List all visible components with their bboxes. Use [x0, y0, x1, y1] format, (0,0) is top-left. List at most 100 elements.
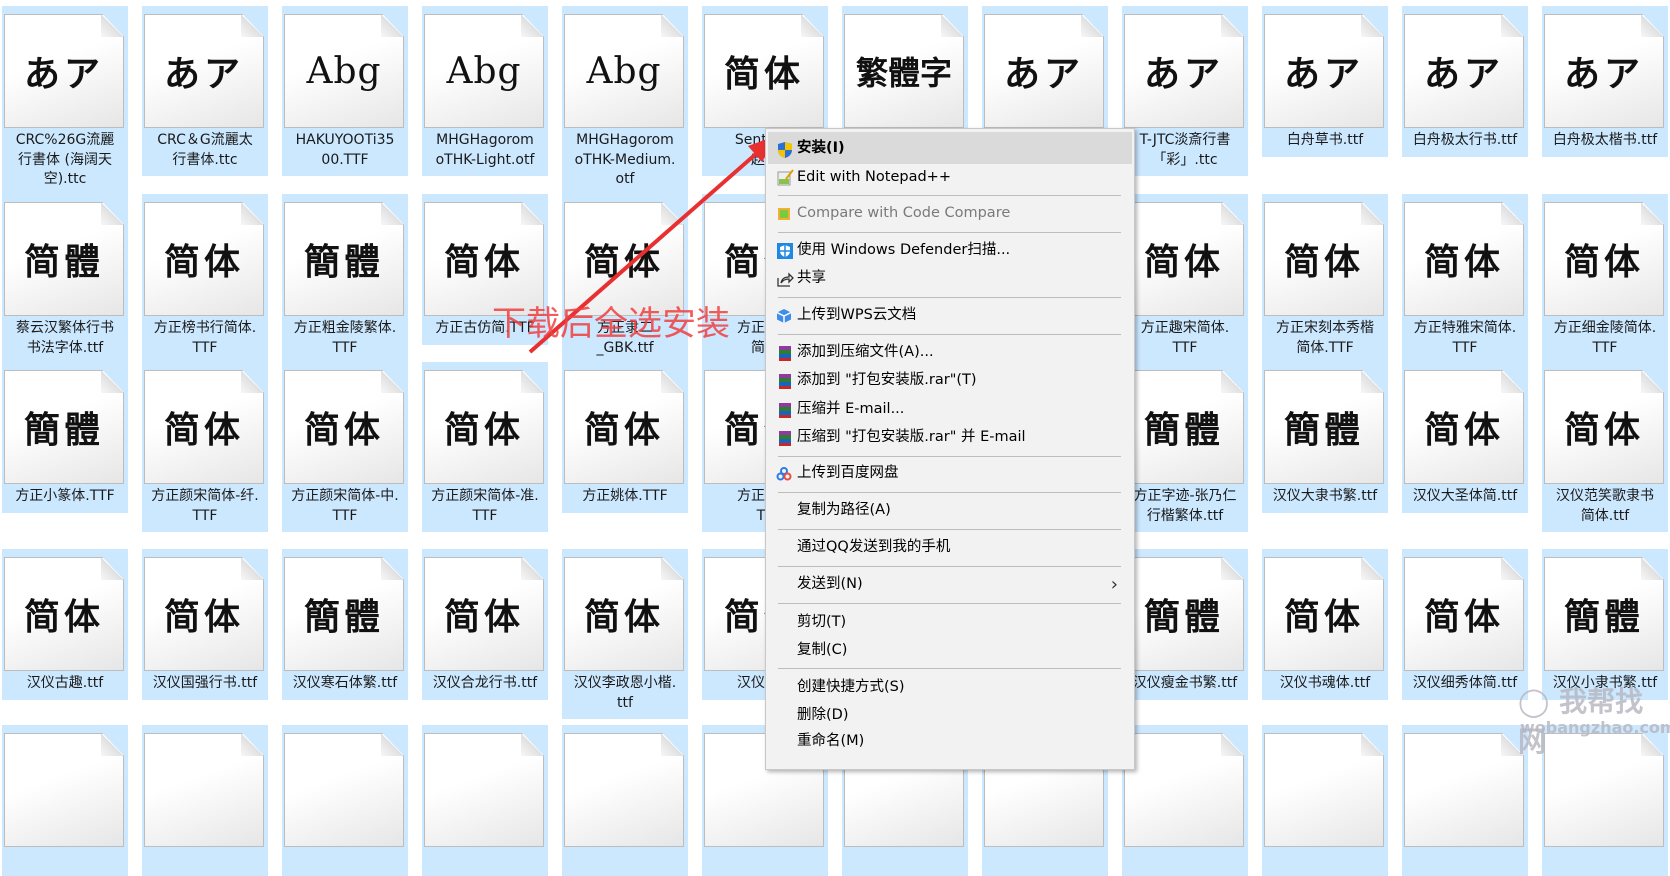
menu-item[interactable]: 重命名(M): [768, 728, 1132, 755]
file-item[interactable]: Abg MHGHagorom oTHK-Light.otf: [422, 6, 548, 176]
font-preview: 简体: [583, 596, 664, 638]
file-item[interactable]: [422, 725, 548, 876]
file-item[interactable]: [1262, 725, 1388, 876]
file-item[interactable]: [1402, 725, 1528, 876]
file-item[interactable]: 简体 汉仪合龙行书.ttf: [422, 549, 548, 700]
menu-item-label: 通过QQ发送到我的手机: [797, 539, 951, 555]
file-item[interactable]: [282, 725, 408, 876]
menu-item[interactable]: 复制(C): [768, 637, 1132, 664]
menu-item[interactable]: 上传到百度网盘: [768, 460, 1132, 487]
file-item[interactable]: 簡體 方正小篆体.TTF: [2, 362, 128, 513]
file-item[interactable]: 简体 方正宋刻本秀楷 简体.TTF: [1262, 194, 1388, 364]
page-fold-icon: [381, 14, 403, 37]
file-item[interactable]: 简体 汉仪古趣.ttf: [2, 549, 128, 700]
font-preview: 简体: [583, 241, 664, 283]
page-fold-icon: [521, 14, 543, 37]
menu-separator: [778, 566, 1121, 567]
page-fold-icon: [1641, 557, 1663, 580]
file-item[interactable]: [142, 725, 268, 876]
font-preview: あア: [1563, 53, 1644, 95]
file-name: 汉仪瘦金书繁.ttf: [1132, 675, 1238, 691]
file-item[interactable]: あア 白舟草书.ttf: [1262, 6, 1388, 157]
winrar-icon: [776, 372, 794, 390]
page-fold-icon: [661, 733, 683, 756]
file-item[interactable]: 简体 汉仪大圣体简.ttf: [1402, 362, 1528, 513]
file-item[interactable]: 简体 汉仪细秀体简.ttf: [1402, 549, 1528, 700]
menu-item[interactable]: 删除(D): [768, 702, 1132, 729]
file-item[interactable]: あア CRC＆G流麗太 行書体.ttc: [142, 6, 268, 176]
file-name: [142, 850, 268, 854]
file-item[interactable]: [562, 725, 688, 876]
file-item[interactable]: 简体 方正姚体.TTF: [562, 362, 688, 513]
page-fold-icon: [1361, 14, 1383, 37]
menu-item[interactable]: 压缩到 "打包安装版.rar" 并 E-mail: [768, 424, 1132, 451]
font-preview: あア: [1003, 53, 1084, 95]
menu-separator: [778, 492, 1121, 493]
font-preview: 简體: [23, 241, 104, 283]
file-item[interactable]: あア T-JTC淡斎行書 「彩」.ttc: [1122, 6, 1248, 176]
menu-item[interactable]: Edit with Notepad++: [768, 164, 1132, 191]
menu-item[interactable]: 剪切(T): [768, 609, 1132, 636]
file-item[interactable]: 簡體 汉仪瘦金书繁.ttf: [1122, 549, 1248, 700]
file-item[interactable]: あア CRC%26G流麗 行書体 (海阔天 空).ttc: [2, 6, 128, 196]
file-name: 方正小篆体.TTF: [15, 488, 115, 504]
menu-item[interactable]: Compare with Code Compare: [768, 200, 1132, 227]
menu-item[interactable]: 添加到压缩文件(A)...: [768, 339, 1132, 366]
font-preview: 简体: [583, 409, 664, 451]
file-name: 白舟极太行书.ttf: [1412, 132, 1518, 148]
page-fold-icon: [241, 733, 263, 756]
file-item[interactable]: 簡體 汉仪大隶书繁.ttf: [1262, 362, 1388, 513]
file-item[interactable]: 簡體 汉仪小隶书繁.ttf: [1542, 549, 1668, 700]
file-name: 方正宋刻本秀楷 简体.TTF: [1276, 320, 1374, 356]
file-item[interactable]: 簡體 方正字迹-张乃仁 行楷繁体.ttf: [1122, 362, 1248, 532]
file-item[interactable]: Abg MHGHagorom oTHK-Medium. otf: [562, 6, 688, 196]
menu-item[interactable]: 安装(I): [768, 132, 1132, 164]
file-item[interactable]: 简体 方正颜宋简体-中. TTF: [282, 362, 408, 532]
file-name: 汉仪大圣体简.ttf: [1412, 488, 1518, 504]
file-name: [282, 850, 408, 854]
wps-cloud-icon: [776, 307, 794, 325]
menu-item-label: 添加到 "打包安装版.rar"(T): [797, 372, 977, 388]
page-fold-icon: [101, 202, 123, 225]
menu-separator: [778, 529, 1121, 530]
page-fold-icon: [1501, 14, 1523, 37]
file-item[interactable]: [2, 725, 128, 876]
file-name: 汉仪书魂体.ttf: [1279, 675, 1371, 691]
menu-item[interactable]: 使用 Windows Defender扫描...: [768, 237, 1132, 264]
menu-separator: [778, 334, 1121, 335]
file-item[interactable]: 简体 方正榜书行简体. TTF: [142, 194, 268, 364]
file-name: 汉仪大隶书繁.ttf: [1272, 488, 1378, 504]
menu-item[interactable]: 添加到 "打包安装版.rar"(T): [768, 367, 1132, 394]
file-item[interactable]: 简体 汉仪范笑歌隶书 简体.ttf: [1542, 362, 1668, 532]
menu-item[interactable]: 上传到WPS云文档: [768, 302, 1132, 329]
menu-item-label: 使用 Windows Defender扫描...: [797, 242, 1011, 258]
file-item[interactable]: 简体 方正颜宋简体-准. TTF: [422, 362, 548, 532]
file-item[interactable]: 简体 汉仪国强行书.ttf: [142, 549, 268, 700]
page-fold-icon: [521, 370, 543, 393]
menu-item-label: 复制(C): [797, 642, 848, 658]
file-item[interactable]: 简体 汉仪书魂体.ttf: [1262, 549, 1388, 700]
menu-item-label: 上传到百度网盘: [797, 465, 899, 481]
file-item[interactable]: 简體 蔡云汉繁体行书 书法字体.ttf: [2, 194, 128, 364]
file-item[interactable]: 简体 方正细金陵简体. TTF: [1542, 194, 1668, 364]
menu-item[interactable]: 创建快捷方式(S): [768, 674, 1132, 701]
menu-item[interactable]: 发送到(N) ›: [768, 571, 1132, 598]
menu-item-label: 删除(D): [797, 707, 849, 723]
file-item[interactable]: 簡體 方正粗金陵繁体. TTF: [282, 194, 408, 364]
font-preview: 简体: [1423, 596, 1504, 638]
file-name: 方正粗金陵繁体. TTF: [293, 320, 397, 356]
file-item[interactable]: あア 白舟极太行书.ttf: [1402, 6, 1528, 157]
file-item[interactable]: 简体 汉仪李政恩小楷. ttf: [562, 549, 688, 719]
file-item[interactable]: [1122, 725, 1248, 876]
menu-item[interactable]: 通过QQ发送到我的手机: [768, 534, 1132, 561]
menu-item-label: 上传到WPS云文档: [797, 307, 917, 323]
file-item[interactable]: Abg HAKUYOOTi35 00.TTF: [282, 6, 408, 176]
menu-item[interactable]: 复制为路径(A): [768, 497, 1132, 524]
file-item[interactable]: 簡體 汉仪寒石体繁.ttf: [282, 549, 408, 700]
file-item[interactable]: 简体 方正趣宋简体. TTF: [1122, 194, 1248, 364]
menu-item[interactable]: 共享: [768, 265, 1132, 292]
file-item[interactable]: 简体 方正颜宋简体-纤. TTF: [142, 362, 268, 532]
file-item[interactable]: あア 白舟极太楷书.ttf: [1542, 6, 1668, 157]
file-item[interactable]: 简体 方正特雅宋简体. TTF: [1402, 194, 1528, 364]
menu-item[interactable]: 压缩并 E-mail...: [768, 396, 1132, 423]
